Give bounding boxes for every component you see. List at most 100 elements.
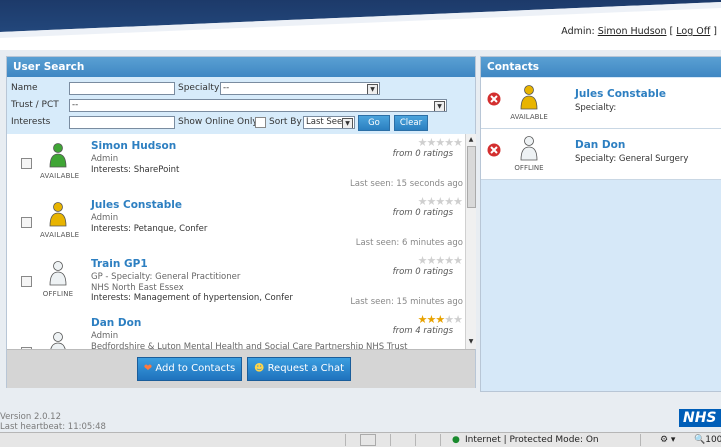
user-search-title: User Search [7, 57, 475, 77]
star-icon: ★ [444, 313, 454, 326]
user-organisation: NHS North East Essex [91, 282, 184, 293]
search-results-list: AVAILABLE Simon Hudson Admin Interests: Sha… [7, 134, 465, 349]
contact-name-link[interactable]: Jules Constable [575, 88, 666, 100]
top-banner: Admin: Simon Hudson [ Log Off ] [0, 0, 721, 50]
search-actions-bar: ❤ Add to Contacts ☻ Request a Chat [7, 349, 475, 388]
star-icon: ★ [453, 136, 463, 149]
status-separator [390, 434, 391, 446]
user-role: Admin [91, 213, 119, 223]
user-name-link[interactable]: Simon Hudson [91, 140, 176, 152]
contact-status-avatar: OFFLINE [509, 135, 549, 172]
user-organisation: Bedfordshire & Luton Mental Health and S… [91, 341, 408, 350]
contact-item[interactable]: OFFLINE Dan Don Specialty: General Surgery [481, 129, 721, 180]
page-icon [360, 434, 376, 446]
user-interests: Interests: SharePoint [91, 164, 180, 175]
rating-stars: ★★★★★ [418, 136, 463, 149]
clear-button[interactable]: Clear [394, 115, 428, 131]
ratings-count: from 0 ratings [392, 149, 453, 159]
zoom-icon[interactable]: 🔍100 [694, 434, 721, 446]
trust-select[interactable]: -- ▼ [69, 99, 447, 112]
status-separator [640, 434, 641, 446]
select-user-checkbox[interactable] [21, 217, 32, 228]
remove-contact-icon[interactable] [487, 92, 501, 109]
table-row[interactable]: OFFLINE Dan Don AdminBedfordshire & Luton … [7, 311, 465, 349]
contact-name-link[interactable]: Dan Don [575, 139, 625, 151]
star-icon: ★ [417, 195, 428, 208]
banner-wedge [0, 2, 721, 50]
request-chat-button[interactable]: ☻ Request a Chat [247, 357, 351, 381]
person-icon [519, 136, 539, 164]
contacts-panel: Contacts AVAILABLE Jules Constable Special… [480, 56, 721, 392]
remove-contact-icon[interactable] [487, 143, 501, 160]
nhs-logo: NHS [679, 409, 721, 427]
results-scrollbar[interactable]: ▲ ▼ [465, 134, 476, 349]
name-input[interactable] [69, 82, 175, 95]
settings-icon[interactable]: ⚙ ▾ [660, 434, 675, 446]
interests-input[interactable] [69, 116, 175, 129]
star-icon: ★ [444, 254, 454, 267]
user-name-link[interactable]: Jules Constable [91, 199, 182, 211]
sort-by-label: Sort By [269, 117, 302, 127]
star-icon: ★ [453, 254, 463, 267]
last-seen-text: Last seen: 15 seconds ago [349, 179, 463, 189]
footer: Version 2.0.12 Last heartbeat: 11:05:48 [0, 412, 106, 432]
last-seen-text: Last seen: 15 minutes ago [350, 297, 463, 307]
ratings-count: from 4 ratings [392, 326, 453, 336]
user-status-text: AVAILABLE [40, 172, 80, 180]
heart-icon: ❤ [143, 363, 156, 374]
add-contacts-label: Add to Contacts [155, 363, 236, 374]
online-only-checkbox[interactable] [255, 117, 266, 128]
star-icon: ★ [417, 254, 428, 267]
name-label: Name [11, 83, 38, 93]
browser-status-bar: ● Internet | Protected Mode: On ⚙ ▾ 🔍100 [0, 432, 721, 447]
specialty-label: Specialty [178, 83, 220, 93]
trust-value: -- [72, 100, 79, 110]
user-search-panel: User Search Name Specialty -- ▼ Trust / … [6, 56, 476, 388]
chevron-down-icon: ▼ [367, 84, 378, 94]
scroll-up-icon[interactable]: ▲ [467, 136, 475, 145]
go-button[interactable]: Go [358, 115, 390, 131]
star-icon: ★ [435, 254, 445, 267]
table-row[interactable]: AVAILABLE Simon Hudson Admin Interests: Sha… [7, 134, 465, 194]
scroll-thumb[interactable] [467, 146, 476, 208]
person-icon [48, 202, 68, 230]
logoff-link[interactable]: Log Off [676, 26, 710, 37]
star-icon: ★ [453, 313, 463, 326]
table-row[interactable]: OFFLINE Train GP1 GP - Specialty: General … [7, 252, 465, 312]
chevron-down-icon: ▼ [342, 118, 353, 128]
star-icon: ★ [444, 136, 454, 149]
contact-status-text: OFFLINE [514, 164, 544, 172]
specialty-select[interactable]: -- ▼ [220, 82, 380, 95]
search-form: Name Specialty -- ▼ Trust / PCT -- ▼ Int… [7, 77, 475, 140]
scroll-down-icon[interactable]: ▼ [467, 338, 475, 347]
bracket-close: ] [710, 26, 717, 37]
person-icon [519, 85, 539, 113]
user-interests: Interests: Petanque, Confer [91, 223, 208, 234]
contacts-title: Contacts [481, 57, 721, 77]
current-user-link[interactable]: Simon Hudson [598, 26, 667, 37]
contact-status-text: AVAILABLE [510, 113, 548, 121]
add-to-contacts-button[interactable]: ❤ Add to Contacts [137, 357, 242, 381]
contact-item[interactable]: AVAILABLE Jules Constable Specialty: [481, 78, 721, 129]
select-user-checkbox[interactable] [21, 158, 32, 169]
star-icon: ★ [453, 195, 463, 208]
contact-specialty: Specialty: General Surgery [575, 154, 689, 164]
user-name-link[interactable]: Dan Don [91, 317, 141, 329]
user-role: GP - Specialty: General Practitioner [91, 272, 241, 282]
online-only-label: Show Online Only [178, 117, 258, 127]
chat-user-icon: ☻ [253, 363, 268, 374]
star-icon: ★ [435, 136, 445, 149]
admin-info: Admin: Simon Hudson [ Log Off ] [561, 26, 717, 37]
bracket-open: [ [666, 26, 677, 37]
specialty-value: -- [223, 83, 230, 93]
chevron-down-icon: ▼ [434, 101, 445, 111]
select-user-checkbox[interactable] [21, 276, 32, 287]
status-separator [345, 434, 346, 446]
user-name-link[interactable]: Train GP1 [91, 258, 148, 270]
zoom-level: 100 [705, 435, 721, 445]
interests-label: Interests [11, 117, 51, 127]
table-row[interactable]: AVAILABLE Jules Constable Admin Interests: … [7, 193, 465, 253]
status-separator [440, 434, 441, 446]
sort-by-select[interactable]: Last Seen ▼ [303, 116, 355, 129]
user-status-text: OFFLINE [42, 290, 74, 298]
